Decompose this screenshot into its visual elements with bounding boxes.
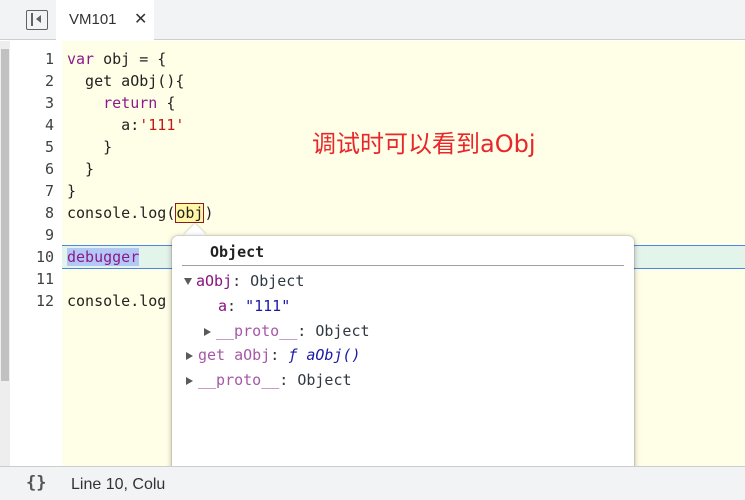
expand-right-icon[interactable] bbox=[186, 351, 193, 360]
code-line: 8 console.log(obj) bbox=[0, 202, 745, 224]
property-row-a: a: "111" bbox=[218, 296, 290, 316]
property-value: : Object bbox=[279, 371, 352, 389]
line-number[interactable]: 7 bbox=[10, 180, 54, 202]
property-row-aobj[interactable]: aObj: Object bbox=[184, 271, 304, 291]
property-value: "111" bbox=[245, 297, 291, 315]
popover-title: Object bbox=[210, 243, 265, 261]
property-row-getter[interactable]: get aObj: ƒ aObj() bbox=[186, 345, 361, 365]
code-line: 1 var obj = { bbox=[0, 48, 745, 70]
code-text: { bbox=[157, 94, 176, 112]
pretty-print-icon[interactable]: {} bbox=[26, 473, 46, 493]
property-name: __proto__ bbox=[216, 322, 298, 340]
code-text: a: bbox=[67, 116, 140, 134]
line-number[interactable]: 11 bbox=[10, 268, 54, 290]
line-number[interactable]: 12 bbox=[10, 290, 54, 312]
code-text: } bbox=[67, 182, 77, 200]
code-text: console.log( bbox=[67, 204, 176, 222]
line-number[interactable]: 6 bbox=[10, 158, 54, 180]
property-value: : Object bbox=[297, 322, 370, 340]
property-value: ƒ aObj() bbox=[288, 346, 361, 364]
property-name: aObj bbox=[196, 272, 233, 290]
line-number[interactable]: 3 bbox=[10, 92, 54, 114]
annotation-text: 调试时可以看到aObj bbox=[312, 130, 536, 158]
expand-right-icon[interactable] bbox=[204, 327, 211, 336]
property-name: a bbox=[218, 297, 228, 315]
line-number[interactable]: 8 bbox=[10, 202, 54, 224]
keyword: return bbox=[103, 94, 158, 112]
code-line: 3 return { bbox=[0, 92, 745, 114]
popover-divider bbox=[182, 265, 624, 266]
status-bar: {} Line 10, Colu bbox=[0, 466, 745, 500]
code-text: get aObj(){ bbox=[67, 72, 185, 90]
code-line: 6 } bbox=[0, 158, 745, 180]
code-text: } bbox=[67, 138, 113, 156]
tab-bar: VM101 ✕ bbox=[0, 0, 745, 40]
expand-down-icon[interactable] bbox=[184, 278, 192, 285]
code-text: ) bbox=[204, 204, 214, 222]
property-row-proto[interactable]: __proto__: Object bbox=[186, 370, 352, 390]
string-literal: '111' bbox=[139, 116, 185, 134]
code-line: 2 get aObj(){ bbox=[0, 70, 745, 92]
line-number[interactable]: 10 bbox=[10, 246, 54, 268]
property-name: __proto__ bbox=[198, 371, 280, 389]
debugger-statement: debugger bbox=[67, 248, 140, 266]
line-number[interactable]: 2 bbox=[10, 70, 54, 92]
code-text: obj = { bbox=[94, 50, 167, 68]
property-name: get aObj bbox=[198, 346, 271, 364]
line-number[interactable]: 4 bbox=[10, 114, 54, 136]
property-separator: : bbox=[227, 297, 246, 315]
cursor-position: Line 10, Colu bbox=[71, 476, 166, 493]
property-row-proto[interactable]: __proto__: Object bbox=[204, 321, 370, 341]
property-separator: : bbox=[270, 346, 289, 364]
code-text: console.log bbox=[67, 292, 167, 310]
object-popover: Object aObj: Object a: "111" __proto__: … bbox=[172, 236, 634, 492]
expand-right-icon[interactable] bbox=[186, 376, 193, 385]
line-number[interactable]: 1 bbox=[10, 48, 54, 70]
keyword: var bbox=[67, 50, 95, 68]
code-text: } bbox=[67, 160, 95, 178]
tab-vm101[interactable]: VM101 ✕ bbox=[56, 0, 154, 40]
close-icon[interactable]: ✕ bbox=[134, 10, 147, 28]
tab-label: VM101 bbox=[69, 11, 117, 28]
code-line: 7 } bbox=[0, 180, 745, 202]
line-number[interactable]: 9 bbox=[10, 224, 54, 246]
hovered-token-obj[interactable]: obj bbox=[175, 203, 205, 223]
property-value: : Object bbox=[232, 272, 305, 290]
toggle-navigator-icon[interactable] bbox=[26, 10, 48, 30]
line-number[interactable]: 5 bbox=[10, 136, 54, 158]
